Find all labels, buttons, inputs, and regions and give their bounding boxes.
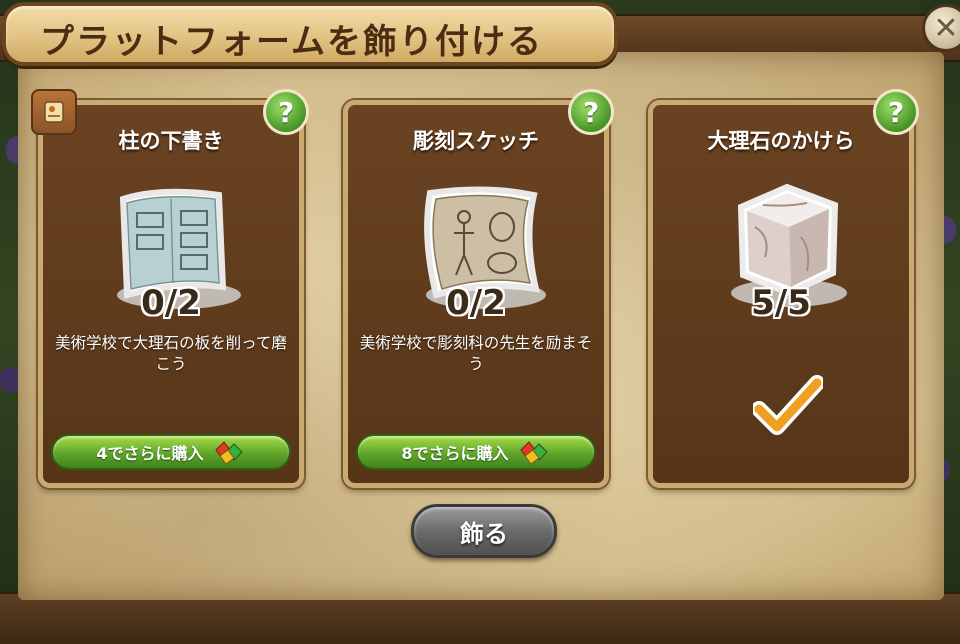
question-icon: ? — [887, 95, 905, 129]
requirement-card-marble-shard: ? 大理石のかけら 5/5 — [648, 89, 919, 488]
progress-count: 0/2 — [141, 283, 201, 323]
card-title: 彫刻スケッチ — [413, 129, 539, 153]
question-icon: ? — [582, 95, 600, 129]
buy-button-label: 4でさらに購入 — [96, 444, 204, 463]
card-title: 大理石のかけら — [707, 129, 855, 153]
buy-more-button[interactable]: 4でさらに購入 — [51, 434, 291, 470]
dialog-title-plate: プラットフォームを飾り付ける — [2, 2, 618, 66]
requirement-card-sculpture-sketch: ? 彫刻スケッチ 0/2 美術学校で彫刻科の先生を励まそう 8でさらに購入 — [343, 89, 614, 488]
card-description: 美術学校で彫刻科の先生を励まそう — [359, 334, 593, 373]
requirement-card-pillar-draft: ? 柱の下書き 0/2 美術学校で大理石の板を削って磨こう 4でさらに購入 — [31, 89, 309, 488]
dialog-title: プラットフォームを飾り付ける — [40, 22, 543, 62]
card-title: 柱の下書き — [118, 129, 224, 153]
buy-more-button[interactable]: 8でさらに購入 — [356, 434, 596, 470]
progress-count: 5/5 — [751, 283, 811, 323]
close-icon: ✕ — [933, 10, 959, 46]
checkmark-icon — [753, 375, 823, 435]
decorate-button-label: 飾る — [460, 519, 508, 548]
card-description: 美術学校で大理石の板を削って磨こう — [55, 334, 287, 373]
decorate-button[interactable]: 飾る — [411, 504, 557, 558]
buy-button-label: 8でさらに購入 — [401, 444, 509, 463]
progress-count: 0/2 — [446, 283, 506, 323]
gem-currency-icon — [519, 441, 548, 465]
question-icon: ? — [277, 95, 295, 129]
gem-currency-icon — [214, 441, 243, 465]
